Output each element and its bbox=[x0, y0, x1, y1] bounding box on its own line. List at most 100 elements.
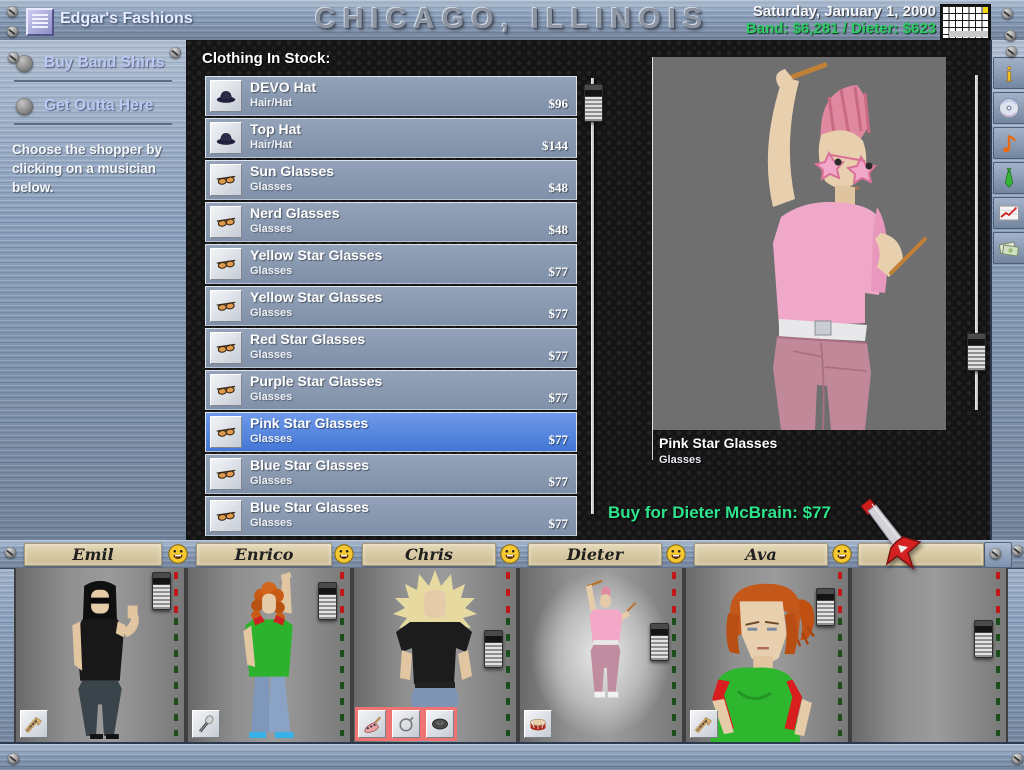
bass-guitar-icon[interactable] bbox=[358, 710, 386, 738]
stock-item-row[interactable]: Pink Star Glasses Glasses $77 bbox=[205, 412, 577, 452]
chart-icon[interactable] bbox=[993, 197, 1024, 229]
instrument-tiles bbox=[690, 710, 718, 738]
screw-icon bbox=[1005, 30, 1016, 41]
member-fader-handle[interactable] bbox=[650, 623, 669, 661]
preview-caption-rule bbox=[652, 430, 653, 460]
guitar-icon[interactable] bbox=[690, 710, 718, 738]
mood-smiley-icon[interactable] bbox=[499, 543, 521, 565]
calendar-icon[interactable] bbox=[940, 4, 991, 40]
tie-icon[interactable] bbox=[993, 162, 1024, 194]
list-scrollbar-handle[interactable] bbox=[584, 84, 603, 122]
musician-figure-enrico[interactable] bbox=[209, 570, 329, 740]
item-name: Top Hat bbox=[250, 121, 301, 137]
item-price: $77 bbox=[549, 264, 569, 280]
glasses-icon bbox=[210, 164, 242, 196]
preview-item-name: Pink Star Glasses bbox=[659, 435, 777, 451]
guitar-icon[interactable] bbox=[20, 710, 48, 738]
preview-item-category: Glasses bbox=[659, 454, 701, 466]
instrument-tiles bbox=[192, 710, 220, 738]
svg-text:i: i bbox=[1006, 62, 1012, 85]
screw-icon bbox=[8, 52, 19, 63]
screw-icon bbox=[170, 47, 181, 58]
member-fader-handle[interactable] bbox=[318, 582, 337, 620]
money-icon[interactable] bbox=[993, 232, 1024, 264]
glasses-icon bbox=[210, 206, 242, 238]
sidebar-button-label: Buy Band Shirts bbox=[44, 54, 165, 72]
band-strip: EmilEnricoChrisDieterAva bbox=[0, 540, 1024, 768]
item-category: Glasses bbox=[250, 181, 292, 193]
member-nameplate-dieter: Dieter bbox=[528, 543, 662, 566]
buy-button[interactable]: Buy for Dieter McBrain: $77 bbox=[608, 503, 831, 523]
item-name: Sun Glasses bbox=[250, 163, 334, 179]
preview-image bbox=[653, 57, 946, 430]
hat-icon bbox=[210, 80, 242, 112]
item-name: Pink Star Glasses bbox=[250, 415, 368, 431]
meter-green-ticks bbox=[838, 618, 842, 736]
member-nameplate-ava: Ava bbox=[694, 543, 828, 566]
stock-item-row[interactable]: Yellow Star Glasses Glasses $77 bbox=[205, 286, 577, 326]
level-meter bbox=[838, 572, 842, 736]
item-name: Nerd Glasses bbox=[250, 205, 340, 221]
item-price: $48 bbox=[549, 222, 569, 238]
item-name: Red Star Glasses bbox=[250, 331, 365, 347]
stock-item-row[interactable]: Purple Star Glasses Glasses $77 bbox=[205, 370, 577, 410]
drum-icon[interactable] bbox=[524, 710, 552, 738]
meter-red-ticks bbox=[340, 572, 344, 618]
money-text: Band: $6,281 / Dieter: $623 bbox=[746, 20, 936, 37]
item-category: Glasses bbox=[250, 475, 292, 487]
stock-item-row[interactable]: Blue Star Glasses Glasses $77 bbox=[205, 496, 577, 536]
item-price: $77 bbox=[549, 348, 569, 364]
info-icon[interactable]: i bbox=[993, 57, 1024, 89]
mood-smiley-icon[interactable] bbox=[665, 543, 687, 565]
member-nameplate-empty bbox=[858, 543, 984, 566]
musician-figure-emil[interactable] bbox=[40, 570, 160, 740]
cymbal-icon[interactable] bbox=[426, 710, 454, 738]
level-meter bbox=[672, 572, 676, 736]
preview-slider-handle[interactable] bbox=[967, 333, 986, 371]
member-fader-handle[interactable] bbox=[484, 630, 503, 668]
item-category: Hair/Hat bbox=[250, 97, 292, 109]
stock-item-row[interactable]: Sun Glasses Glasses $48 bbox=[205, 160, 577, 200]
meter-red-ticks bbox=[506, 572, 510, 618]
stock-item-row[interactable]: Yellow Star Glasses Glasses $77 bbox=[205, 244, 577, 284]
screw-icon bbox=[1006, 46, 1017, 57]
stock-item-row[interactable]: Red Star Glasses Glasses $77 bbox=[205, 328, 577, 368]
meter-green-ticks bbox=[506, 618, 510, 736]
meter-green-ticks bbox=[996, 618, 1000, 736]
item-name: Purple Star Glasses bbox=[250, 373, 382, 389]
item-category: Glasses bbox=[250, 265, 292, 277]
drum-strap-icon[interactable] bbox=[392, 710, 420, 738]
musician-figure-dieter[interactable] bbox=[562, 578, 648, 706]
music-note-icon[interactable] bbox=[993, 127, 1024, 159]
cd-icon[interactable] bbox=[993, 92, 1024, 124]
stock-item-row[interactable]: Top Hat Hair/Hat $144 bbox=[205, 118, 577, 158]
shop-title: Edgar's Fashions bbox=[60, 10, 193, 28]
calendar-today-cell bbox=[983, 7, 989, 13]
member-nameplate-chris: Chris bbox=[362, 543, 496, 566]
bottom-frame bbox=[0, 742, 1024, 770]
nameplate-bar: EmilEnricoChrisDieterAva bbox=[0, 540, 1024, 569]
glasses-icon bbox=[210, 290, 242, 322]
sidebar-button-label: Get Outta Here bbox=[44, 97, 153, 115]
item-name: Yellow Star Glasses bbox=[250, 247, 382, 263]
preview-pane bbox=[652, 57, 946, 430]
mood-smiley-icon[interactable] bbox=[167, 543, 189, 565]
microphone-icon[interactable] bbox=[192, 710, 220, 738]
mood-smiley-icon[interactable] bbox=[333, 543, 355, 565]
stock-item-row[interactable]: Nerd Glasses Glasses $48 bbox=[205, 202, 577, 242]
instrument-tiles bbox=[358, 710, 454, 738]
mood-smiley-icon[interactable] bbox=[831, 543, 853, 565]
member-fader-handle[interactable] bbox=[974, 620, 993, 658]
meter-green-ticks bbox=[340, 618, 344, 736]
stock-list: DEVO Hat Hair/Hat $96 Top Hat Hair/Hat $… bbox=[205, 76, 577, 538]
menu-icon[interactable] bbox=[26, 8, 54, 36]
member-fader-handle[interactable] bbox=[816, 588, 835, 626]
stock-item-row[interactable]: DEVO Hat Hair/Hat $96 bbox=[205, 76, 577, 116]
stock-item-row[interactable]: Blue Star Glasses Glasses $77 bbox=[205, 454, 577, 494]
sidebar-button-get-outta-here[interactable]: Get Outta Here bbox=[16, 97, 186, 115]
instrument-tiles bbox=[524, 710, 552, 738]
sidebar-button-buy-band-shirts[interactable]: Buy Band Shirts bbox=[16, 54, 186, 72]
member-fader-handle[interactable] bbox=[152, 572, 171, 610]
list-scrollbar-track[interactable] bbox=[591, 78, 594, 514]
item-price: $48 bbox=[549, 180, 569, 196]
